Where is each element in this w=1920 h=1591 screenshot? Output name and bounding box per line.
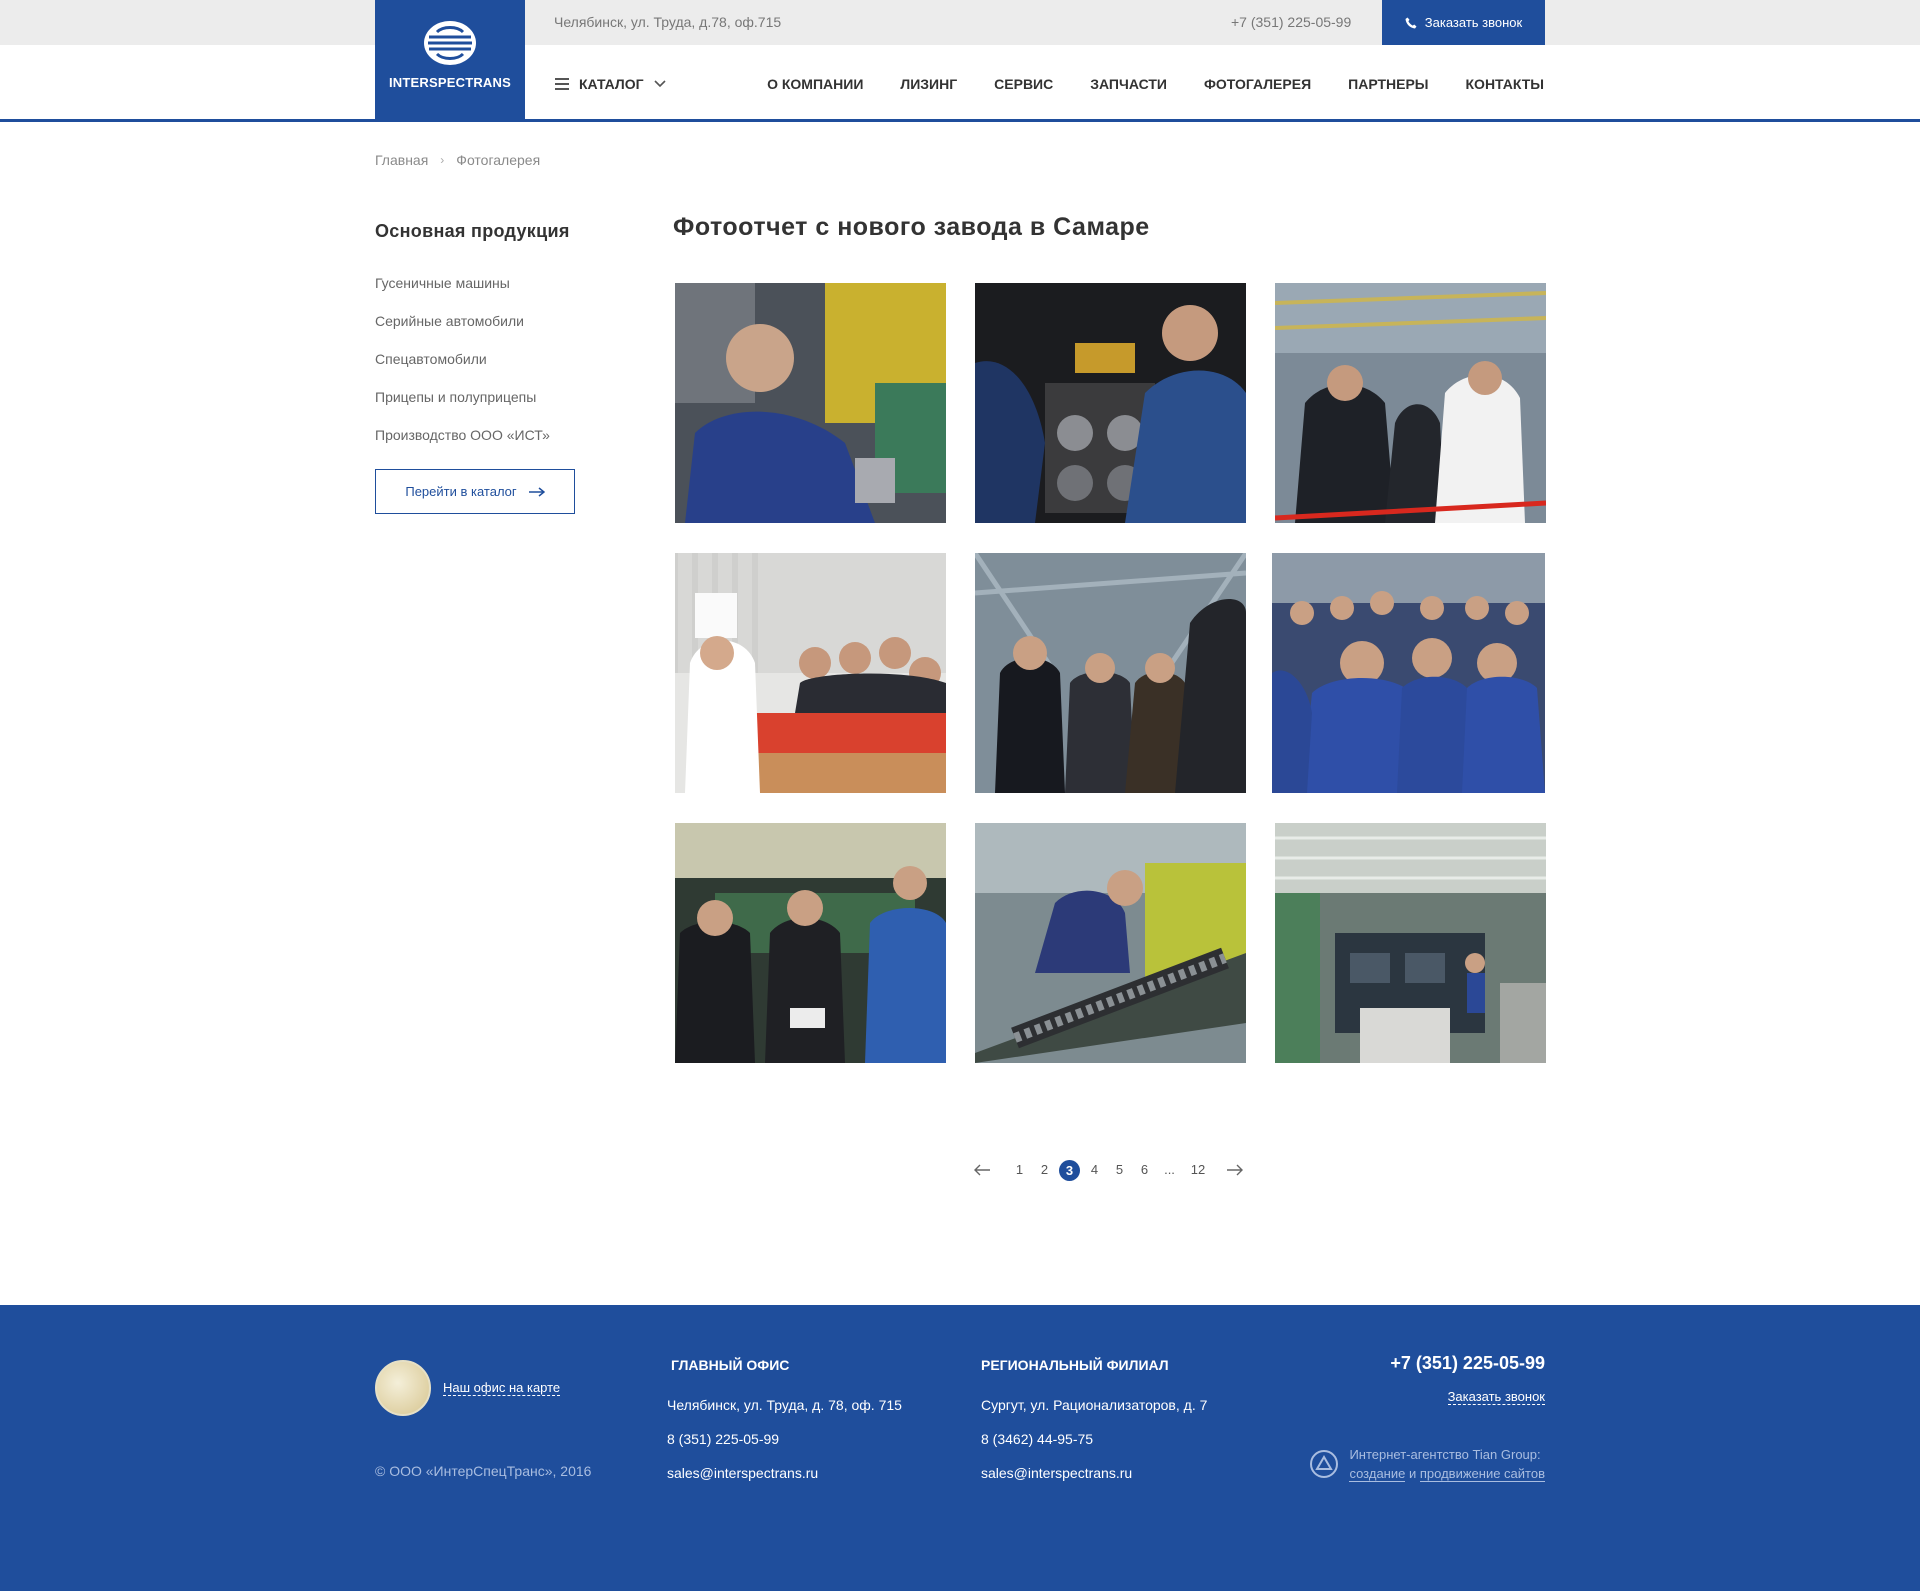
callback-label: Заказать звонок bbox=[1424, 15, 1523, 30]
page-ellipsis: ... bbox=[1164, 1162, 1175, 1177]
lathe-operator-photo bbox=[975, 823, 1246, 1063]
footer: Наш офис на карте © ООО «ИнтерСпецТранс»… bbox=[0, 1305, 1920, 1591]
regional-office-block: РЕГИОНАЛЬНЫЙ ФИЛИАЛ Сургут, ул. Рационал… bbox=[981, 1357, 1207, 1499]
main-office-title: ГЛАВНЫЙ ОФИС bbox=[671, 1357, 790, 1373]
page-link-5[interactable]: 5 bbox=[1107, 1159, 1132, 1181]
copyright: © ООО «ИнтерСпецТранс», 2016 bbox=[375, 1463, 592, 1479]
breadcrumb-separator: › bbox=[440, 153, 445, 167]
sidebar-list: Гусеничные машины Серийные автомобили Сп… bbox=[375, 275, 550, 465]
sidebar-item-tracked[interactable]: Гусеничные машины bbox=[375, 275, 510, 291]
agency-promo-link[interactable]: продвижение сайтов bbox=[1419, 1466, 1545, 1482]
go-to-catalog-button[interactable]: Перейти в каталог bbox=[375, 469, 575, 514]
sidebar-item-serial[interactable]: Серийные автомобили bbox=[375, 313, 524, 329]
top-bar: Челябинск, ул. Труда, д.78, оф.715 +7 (3… bbox=[0, 0, 1920, 45]
office-map-thumbnail[interactable] bbox=[375, 1360, 431, 1416]
agency-and: и bbox=[1408, 1466, 1417, 1481]
main-office-phone[interactable]: 8 (351) 225-05-99 bbox=[667, 1431, 902, 1447]
catalog-menu-button[interactable]: КАТАЛОГ bbox=[555, 76, 666, 92]
agency-create-link[interactable]: создание bbox=[1349, 1466, 1406, 1482]
gallery-photo[interactable] bbox=[675, 823, 946, 1063]
callback-button[interactable]: Заказать звонок bbox=[1382, 0, 1545, 45]
page-link-2[interactable]: 2 bbox=[1032, 1159, 1057, 1181]
sidebar-title: Основная продукция bbox=[375, 221, 570, 241]
factory-worker-photo bbox=[675, 283, 946, 523]
breadcrumb-home[interactable]: Главная bbox=[375, 152, 428, 168]
sidebar-item-production[interactable]: Производство ООО «ИСТ» bbox=[375, 427, 550, 443]
page-link-4[interactable]: 4 bbox=[1082, 1159, 1107, 1181]
top-menu: О КОМПАНИИ ЛИЗИНГ СЕРВИС ЗАПЧАСТИ ФОТОГА… bbox=[767, 76, 1544, 92]
breadcrumb: Главная › Фотогалерея bbox=[375, 152, 540, 168]
main-office-email[interactable]: sales@interspectrans.ru bbox=[667, 1465, 902, 1481]
arrow-right-icon[interactable] bbox=[1226, 1164, 1244, 1176]
canteen-photo bbox=[675, 553, 946, 793]
nav-item-gallery[interactable]: ФОТОГАЛЕРЕЯ bbox=[1204, 76, 1311, 92]
header-phone[interactable]: +7 (351) 225-05-99 bbox=[1231, 14, 1351, 30]
regional-office-address: Сургут, ул. Рационализаторов, д. 7 bbox=[981, 1397, 1208, 1413]
page-link-12[interactable]: 12 bbox=[1182, 1159, 1214, 1181]
sidebar-item-trailers[interactable]: Прицепы и полуприцепы bbox=[375, 389, 536, 405]
agency-credit: Интернет-агентство Tian Group: создание … bbox=[1309, 1445, 1545, 1483]
footer-callback-link[interactable]: Заказать звонок bbox=[1447, 1389, 1545, 1405]
gallery-photo[interactable] bbox=[975, 823, 1246, 1063]
arrow-right-icon bbox=[528, 486, 545, 497]
gallery-photo[interactable] bbox=[675, 553, 946, 793]
delegation-photo bbox=[975, 553, 1246, 793]
nav-item-partners[interactable]: ПАРТНЕРЫ bbox=[1348, 76, 1428, 92]
regional-office-email[interactable]: sales@interspectrans.ru bbox=[981, 1465, 1207, 1481]
agency-line: Интернет-агентство Tian Group: bbox=[1349, 1447, 1541, 1462]
main-office-block: ГЛАВНЫЙ ОФИС Челябинск, ул. Труда, д. 78… bbox=[667, 1357, 902, 1499]
page-title: Фотоотчет с нового завода в Самаре bbox=[673, 213, 1150, 241]
catalog-label: КАТАЛОГ bbox=[579, 76, 644, 92]
menu-icon bbox=[555, 78, 569, 90]
page-link-1[interactable]: 1 bbox=[1007, 1159, 1032, 1181]
gallery-photo[interactable] bbox=[1275, 283, 1546, 523]
footer-phone[interactable]: +7 (351) 225-05-99 bbox=[1390, 1353, 1545, 1374]
breadcrumb-current: Фотогалерея bbox=[456, 152, 541, 168]
nav-item-parts[interactable]: ЗАПЧАСТИ bbox=[1090, 76, 1167, 92]
main-nav: КАТАЛОГ О КОМПАНИИ ЛИЗИНГ СЕРВИС ЗАПЧАСТ… bbox=[0, 45, 1920, 122]
workshop-visit-photo bbox=[675, 823, 946, 1063]
chevron-down-icon bbox=[653, 80, 666, 88]
production-floor-photo bbox=[1275, 823, 1546, 1063]
page-link-6[interactable]: 6 bbox=[1132, 1159, 1157, 1181]
sidebar-item-special[interactable]: Спецавтомобили bbox=[375, 351, 487, 367]
header-address: Челябинск, ул. Труда, д.78, оф.715 bbox=[554, 14, 782, 30]
gallery-photo[interactable] bbox=[975, 553, 1246, 793]
page-link-current[interactable]: 3 bbox=[1059, 1159, 1080, 1181]
office-map-link[interactable]: Наш офис на карте bbox=[375, 1360, 561, 1416]
pagination: 1 2 3 4 5 6 ... 12 bbox=[973, 1159, 1244, 1181]
gallery-photo[interactable] bbox=[1272, 553, 1545, 793]
workers-group-photo bbox=[1272, 553, 1545, 793]
go-to-catalog-label: Перейти в каталог bbox=[405, 484, 517, 499]
office-map-label[interactable]: Наш офис на карте bbox=[443, 1380, 561, 1396]
ribbon-cutting-photo bbox=[1275, 283, 1546, 523]
agency-logo-icon bbox=[1310, 1450, 1339, 1478]
arrow-left-icon[interactable] bbox=[973, 1164, 991, 1176]
nav-item-about[interactable]: О КОМПАНИИ bbox=[767, 76, 863, 92]
nav-item-contacts[interactable]: КОНТАКТЫ bbox=[1466, 76, 1544, 92]
regional-office-phone[interactable]: 8 (3462) 44-95-75 bbox=[981, 1431, 1207, 1447]
regional-office-title: РЕГИОНАЛЬНЫЙ ФИЛИАЛ bbox=[981, 1357, 1169, 1373]
gallery-photo[interactable] bbox=[675, 283, 946, 523]
gallery-photo[interactable] bbox=[975, 283, 1246, 523]
main-office-address: Челябинск, ул. Труда, д. 78, оф. 715 bbox=[667, 1397, 902, 1413]
gallery-photo[interactable] bbox=[1275, 823, 1546, 1063]
engine-assembly-photo bbox=[975, 283, 1246, 523]
nav-item-service[interactable]: СЕРВИС bbox=[994, 76, 1053, 92]
phone-icon bbox=[1405, 17, 1417, 28]
nav-item-leasing[interactable]: ЛИЗИНГ bbox=[900, 76, 957, 92]
